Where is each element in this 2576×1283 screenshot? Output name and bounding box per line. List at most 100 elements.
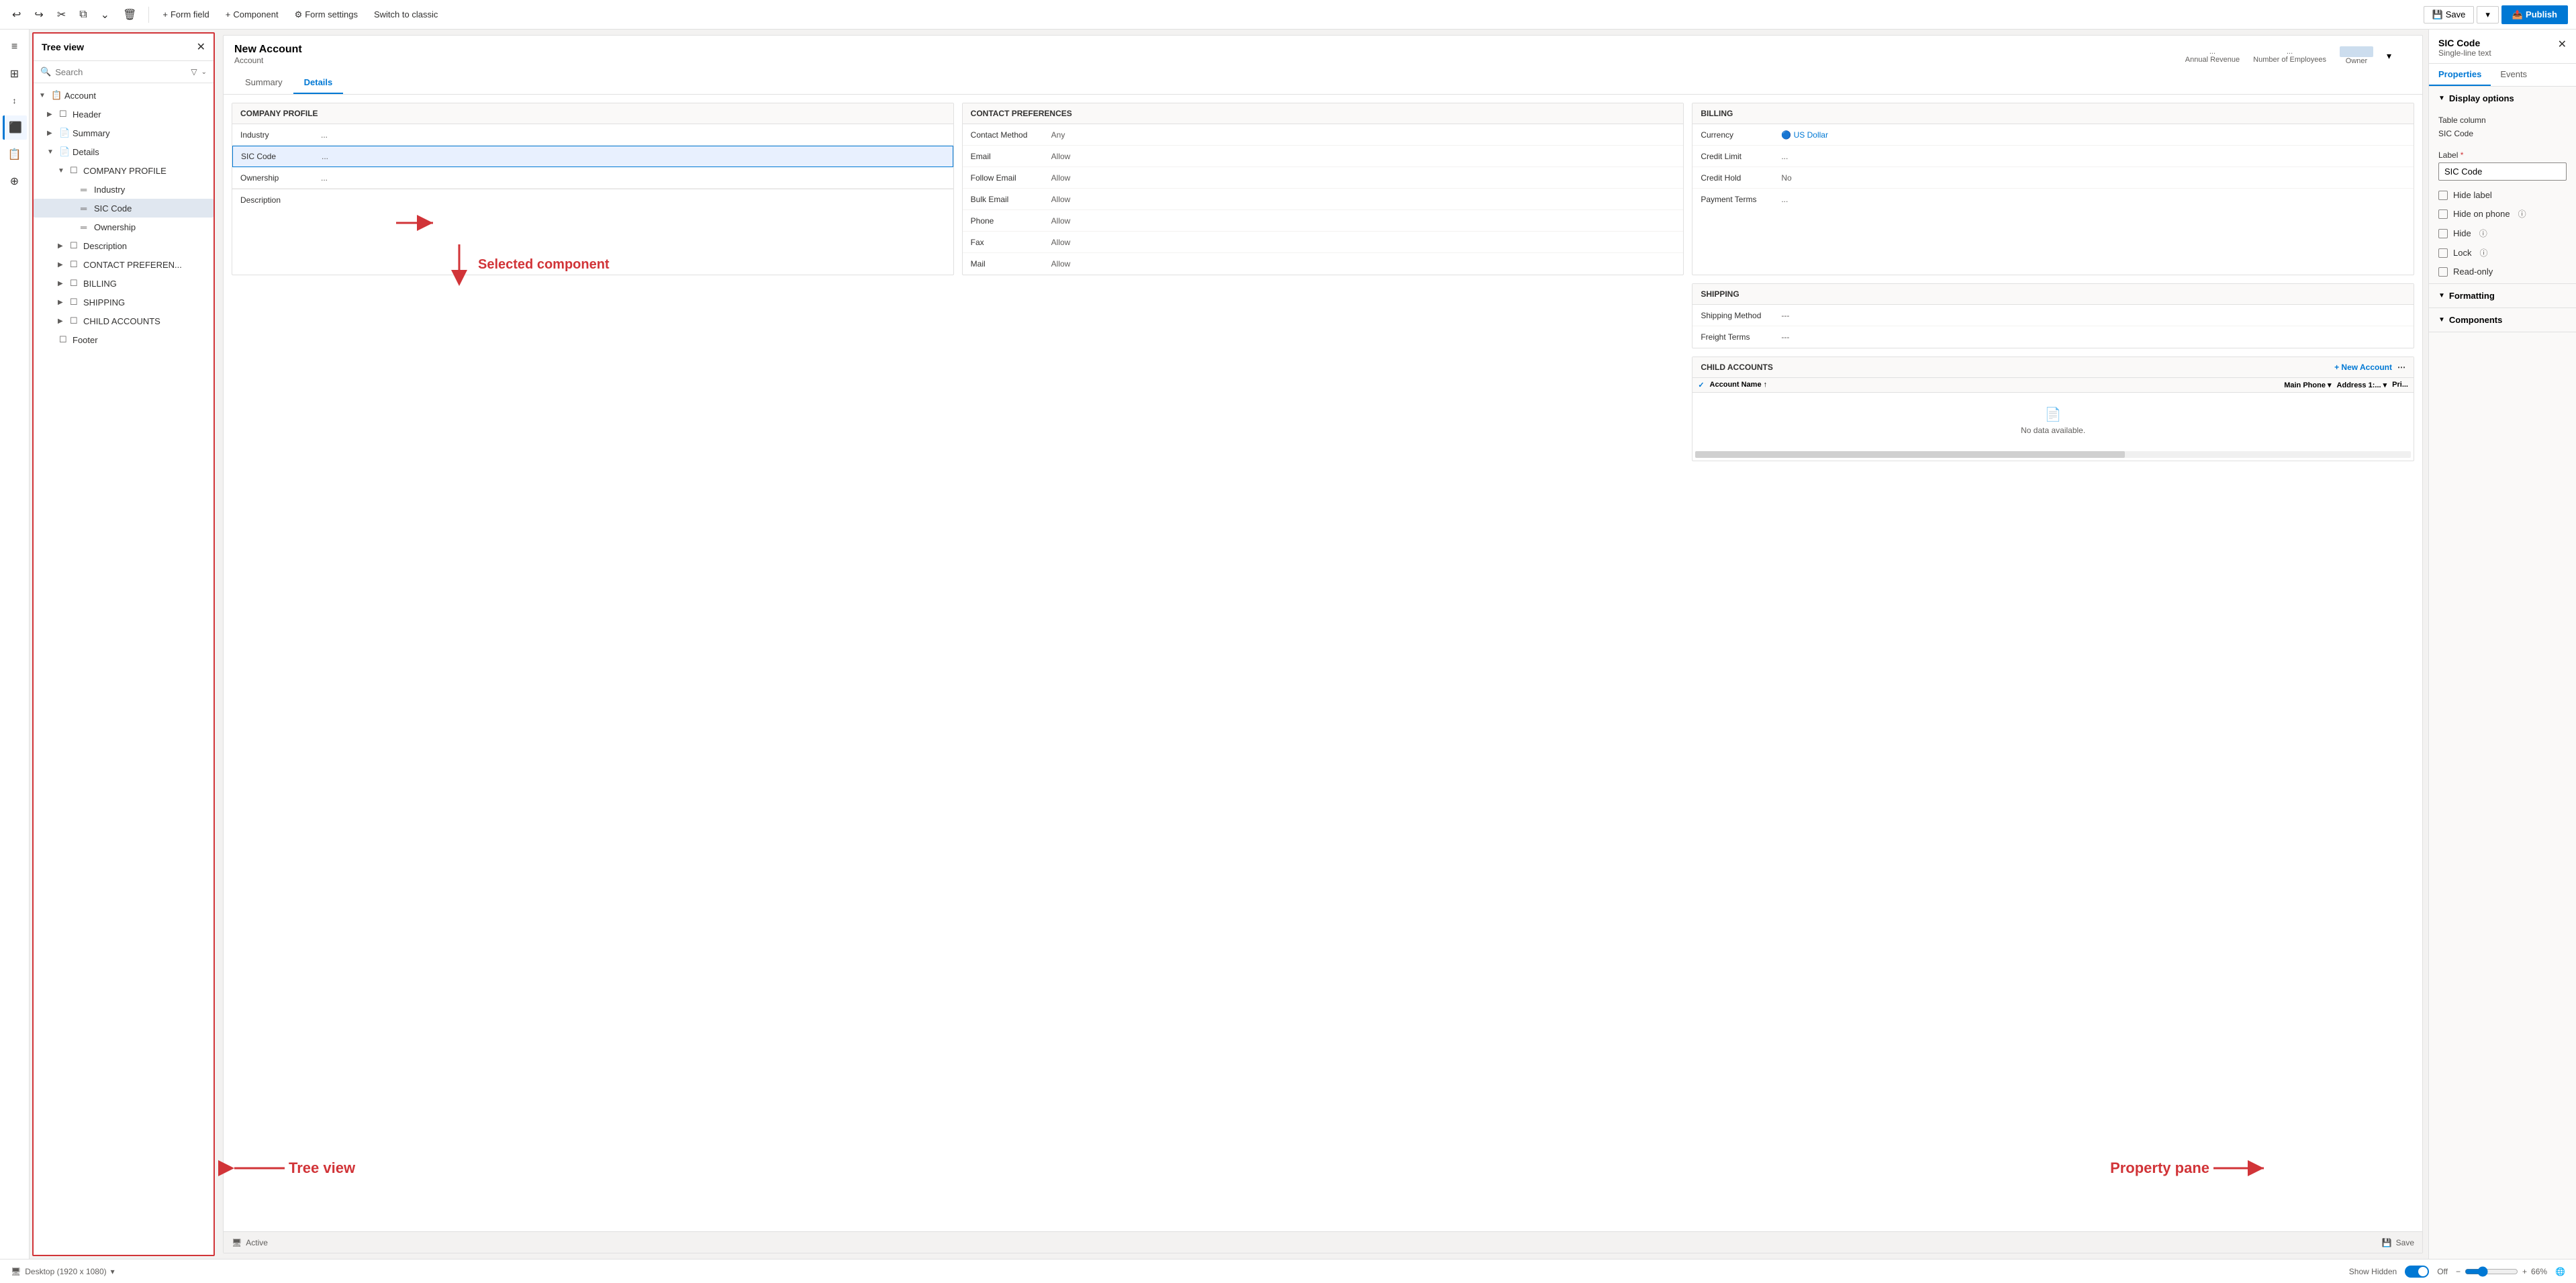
field-sic-code[interactable]: SIC Code ... (232, 146, 953, 167)
field-currency[interactable]: Currency 🔵 US Dollar (1692, 124, 2414, 146)
field-label-contact-method: Contact Method (971, 130, 1051, 140)
tree-item-header[interactable]: ▶ ☐ Header (34, 105, 213, 124)
field-contact-method[interactable]: Contact Method Any (963, 124, 1684, 146)
field-label-credit-hold: Credit Hold (1701, 173, 1781, 183)
zoom-plus-icon[interactable]: + (2522, 1267, 2527, 1276)
delete-button[interactable]: 🗑 (119, 5, 140, 24)
tree-item-company-profile[interactable]: ▼ ☐ COMPANY PROFILE (34, 161, 213, 180)
component-button[interactable]: + Component (220, 7, 284, 22)
info-icon-lock[interactable]: ⓘ (2479, 247, 2487, 258)
tree-item-summary[interactable]: ▶ 📄 Summary (34, 124, 213, 142)
toggle-thumb (2418, 1267, 2428, 1276)
search-input[interactable] (55, 67, 187, 77)
header-expand-button[interactable]: ▾ (2387, 50, 2391, 62)
field-mail[interactable]: Mail Allow (963, 253, 1684, 275)
tab-summary[interactable]: Summary (234, 72, 293, 94)
redo-button[interactable]: ↪ (30, 5, 47, 24)
tree-item-details[interactable]: ▼ 📄 Details (34, 142, 213, 161)
checkbox-hide-label[interactable] (2438, 191, 2448, 200)
tree-item-child-accounts[interactable]: ▶ ☐ CHILD ACCOUNTS (34, 312, 213, 330)
prop-section-header-components[interactable]: ▼ Components (2429, 308, 2576, 332)
field-value-email: Allow (1051, 152, 1676, 161)
field-fax[interactable]: Fax Allow (963, 232, 1684, 253)
chevron-down-icon[interactable]: ⌄ (201, 68, 207, 76)
info-icon-hide[interactable]: ⓘ (2479, 228, 2487, 239)
tree-item-account[interactable]: ▼ 📋 Account (34, 86, 213, 105)
chevron-icon: ▶ (47, 130, 56, 137)
form-field-button[interactable]: + Form field (157, 7, 214, 22)
field-description[interactable]: Description (232, 189, 953, 229)
show-hidden-toggle[interactable] (2405, 1266, 2429, 1278)
checkbox-read-only[interactable] (2438, 267, 2448, 277)
field-bulk-email[interactable]: Bulk Email Allow (963, 189, 1684, 210)
col-address[interactable]: Address 1:... ▾ (2337, 381, 2387, 389)
copy-button[interactable]: ⧉ (75, 6, 91, 23)
col-account-name[interactable]: Account Name ↑ (1710, 381, 1768, 389)
prop-close-button[interactable]: ✕ (2558, 38, 2567, 51)
publish-button[interactable]: 📤 Publish (2501, 5, 2568, 24)
col-pri[interactable]: Pri... (2392, 381, 2408, 389)
globe-icon[interactable]: 🌐 (2555, 1267, 2565, 1276)
save-dropdown-button[interactable]: ▾ (2477, 6, 2499, 23)
field-industry[interactable]: Industry ... (232, 124, 953, 146)
filter-icon[interactable]: ▽ (191, 67, 197, 77)
col-main-phone[interactable]: Main Phone ▾ (2284, 381, 2331, 389)
contact-pref-icon: ☐ (70, 259, 81, 270)
tree-item-billing[interactable]: ▶ ☐ BILLING (34, 274, 213, 293)
field-credit-hold[interactable]: Credit Hold No (1692, 167, 2414, 189)
tree-title: Tree view (42, 42, 84, 52)
field-shipping-method[interactable]: Shipping Method --- (1692, 305, 2414, 326)
checkbox-label-hide: Hide (2453, 228, 2471, 238)
undo-button[interactable]: ↩ (8, 5, 25, 24)
prop-tab-events[interactable]: Events (2491, 64, 2536, 86)
section-shipping: SHIPPING Shipping Method --- Freight Ter… (1692, 283, 2414, 348)
tree-item-ownership[interactable]: ▶ ═ Ownership (34, 218, 213, 236)
zoom-minus-icon[interactable]: − (2456, 1267, 2461, 1276)
field-email[interactable]: Email Allow (963, 146, 1684, 167)
tree-close-button[interactable]: ✕ (197, 40, 205, 54)
field-credit-limit[interactable]: Credit Limit ... (1692, 146, 2414, 167)
desktop-chevron[interactable]: ▾ (111, 1267, 115, 1276)
field-payment-terms[interactable]: Payment Terms ... (1692, 189, 2414, 210)
switch-classic-button[interactable]: Switch to classic (369, 7, 443, 22)
info-icon-hide-on-phone[interactable]: ⓘ (2518, 208, 2526, 220)
zoom-slider[interactable] (2465, 1266, 2518, 1277)
checkbox-hide[interactable] (2438, 229, 2448, 238)
tab-details[interactable]: Details (293, 72, 344, 94)
field-value-mail: Allow (1051, 259, 1676, 269)
toggle-track[interactable] (2405, 1266, 2429, 1278)
form-settings-button[interactable]: ⚙ Form settings (289, 7, 363, 23)
nav-icon-add[interactable]: ⊕ (3, 169, 27, 193)
summary-icon: 📄 (59, 128, 70, 138)
save-button[interactable]: 💾 Save (2424, 6, 2475, 23)
nav-icon-menu[interactable]: ≡ (3, 35, 27, 59)
tree-item-description[interactable]: ▶ ☐ Description (34, 236, 213, 255)
chevron-components-icon: ▼ (2438, 316, 2445, 324)
prop-tab-properties[interactable]: Properties (2429, 64, 2491, 86)
field-freight-terms[interactable]: Freight Terms --- (1692, 326, 2414, 348)
prop-section-header-formatting[interactable]: ▼ Formatting (2429, 284, 2576, 307)
nav-icon-list[interactable]: 📋 (3, 142, 27, 167)
tree-item-shipping[interactable]: ▶ ☐ SHIPPING (34, 293, 213, 312)
checkbox-hide-on-phone[interactable] (2438, 209, 2448, 219)
child-accounts-more-icon[interactable]: ⋯ (2397, 363, 2405, 372)
tree-item-industry[interactable]: ▶ ═ Industry (34, 180, 213, 199)
section-header-shipping: SHIPPING (1692, 284, 2414, 305)
tree-item-footer[interactable]: ▶ ☐ Footer (34, 330, 213, 349)
field-value-freight-terms: --- (1781, 332, 2405, 342)
nav-icon-layers[interactable]: ⬛ (3, 115, 27, 140)
prop-section-header-display[interactable]: ▼ Display options (2429, 87, 2576, 110)
new-account-button[interactable]: + New Account (2334, 363, 2392, 372)
toolbar: ↩ ↪ ✂ ⧉ ⌄ 🗑 + Form field + Component ⚙ F… (0, 0, 2576, 30)
checkbox-lock[interactable] (2438, 248, 2448, 258)
field-phone[interactable]: Phone Allow (963, 210, 1684, 232)
field-follow-email[interactable]: Follow Email Allow (963, 167, 1684, 189)
nav-icon-sort[interactable]: ↕ (3, 89, 27, 113)
tree-item-contact-pref[interactable]: ▶ ☐ CONTACT PREFEREN... (34, 255, 213, 274)
cut-button[interactable]: ✂ (53, 5, 70, 24)
tree-item-sic-code[interactable]: ▶ ═ SIC Code (34, 199, 213, 218)
history-button[interactable]: ⌄ (97, 5, 113, 24)
field-ownership[interactable]: Ownership ... (232, 167, 953, 189)
prop-input-label[interactable] (2438, 162, 2567, 181)
nav-icon-grid[interactable]: ⊞ (3, 62, 27, 86)
